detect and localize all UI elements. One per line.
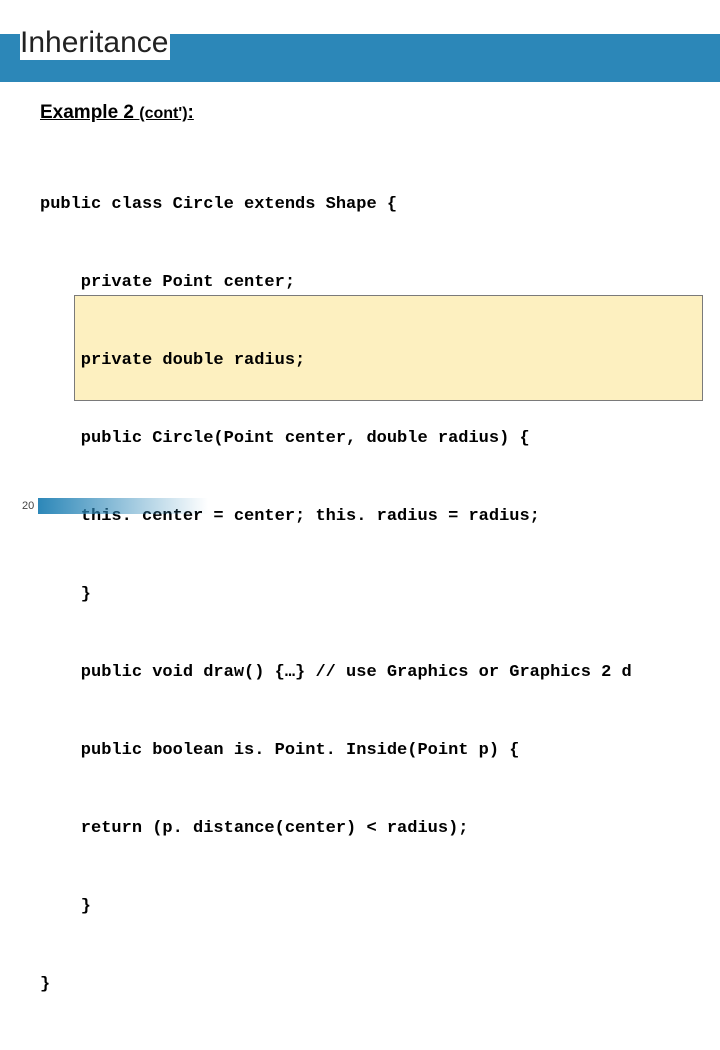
footer-gradient bbox=[38, 498, 208, 514]
code-block: public class Circle extends Shape { priv… bbox=[40, 140, 700, 1050]
subtitle-paren: (cont') bbox=[139, 105, 187, 122]
slide-title: Inheritance bbox=[20, 26, 170, 60]
page-number: 20 bbox=[22, 500, 34, 512]
code-line: public void draw() {…} // use Graphics o… bbox=[40, 660, 700, 686]
code-line: private double radius; bbox=[40, 348, 700, 374]
code-line: } bbox=[40, 582, 700, 608]
code-line: return (p. distance(center) < radius); bbox=[40, 816, 700, 842]
code-line: public boolean is. Point. Inside(Point p… bbox=[40, 738, 700, 764]
code-line: public Circle(Point center, double radiu… bbox=[40, 426, 700, 452]
code-line: public class Circle extends Shape { bbox=[40, 192, 700, 218]
code-line: } bbox=[40, 972, 700, 998]
subtitle-main: Example 2 bbox=[40, 102, 139, 123]
subtitle: Example 2 (cont'): bbox=[40, 102, 194, 124]
code-line: private Point center; bbox=[40, 270, 700, 296]
code-line: } bbox=[40, 894, 700, 920]
subtitle-colon: : bbox=[188, 102, 194, 123]
slide: Inheritance Example 2 (cont'): public cl… bbox=[0, 0, 720, 540]
